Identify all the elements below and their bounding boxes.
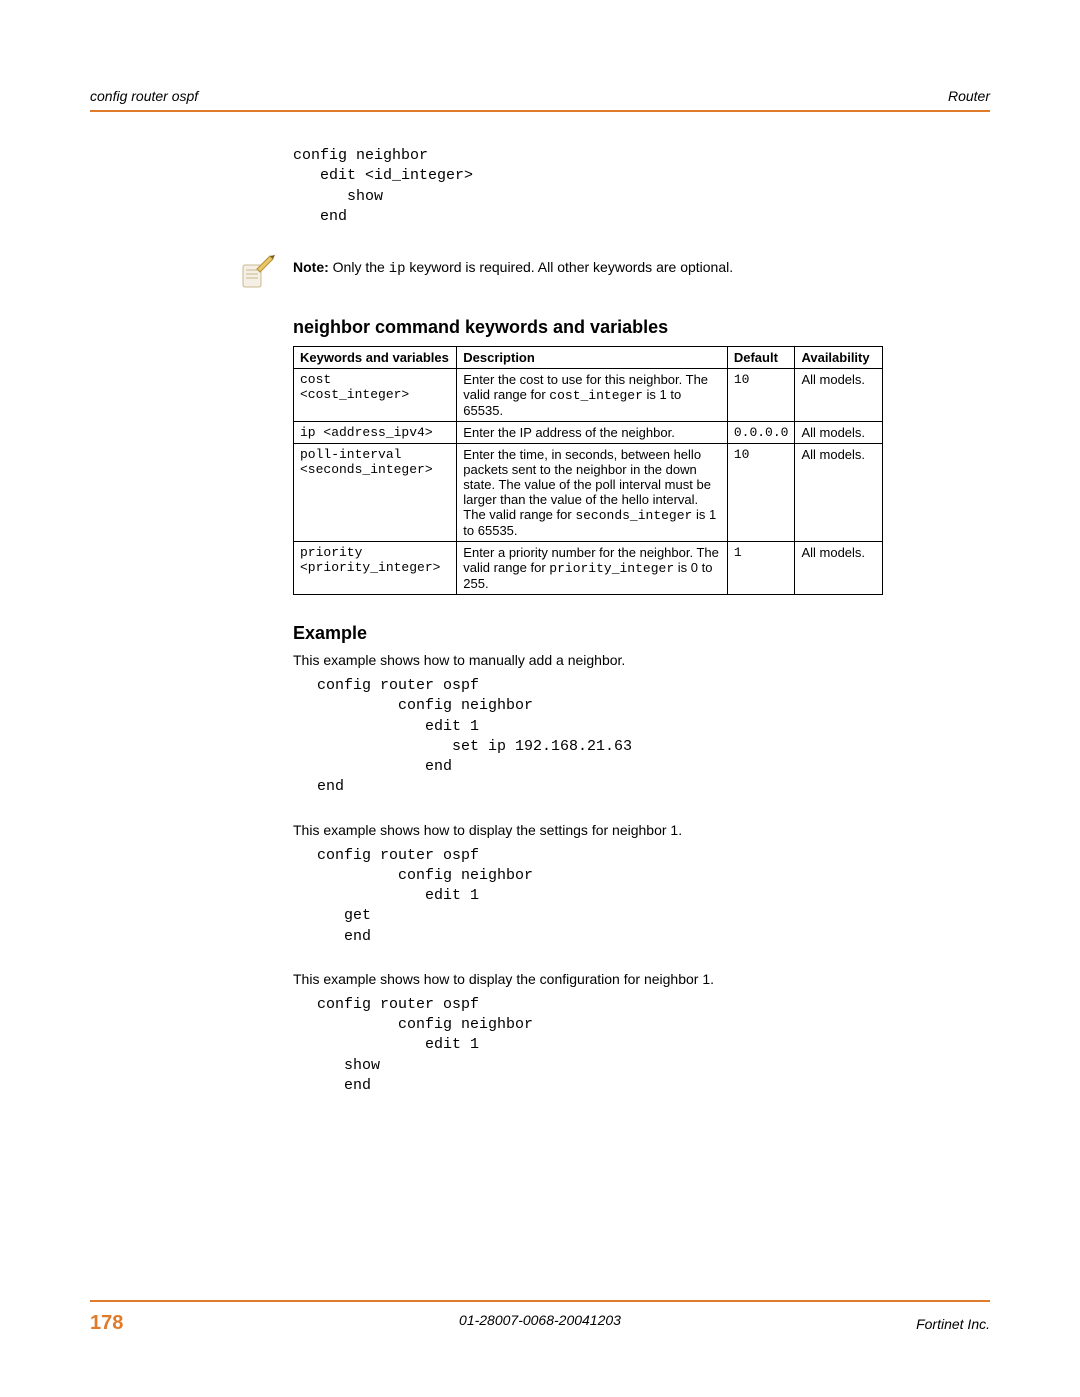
cell-default: 10 bbox=[727, 369, 795, 422]
cell-default: 0.0.0.0 bbox=[727, 422, 795, 444]
code-block-2: config router ospf config neighbor edit … bbox=[317, 676, 883, 798]
cell-keyword: ip <address_ipv4> bbox=[294, 422, 457, 444]
note-text: Note: Only the ip keyword is required. A… bbox=[293, 251, 733, 277]
page-number: 178 bbox=[90, 1312, 123, 1335]
table-row: cost <cost_integer>Enter the cost to use… bbox=[294, 369, 883, 422]
table-row: ip <address_ipv4>Enter the IP address of… bbox=[294, 422, 883, 444]
cell-description: Enter the time, in seconds, between hell… bbox=[457, 444, 728, 542]
header-right: Router bbox=[948, 88, 990, 104]
page-header: config router ospf Router bbox=[90, 88, 990, 112]
cell-description: Enter the cost to use for this neighbor.… bbox=[457, 369, 728, 422]
cell-keyword: poll-interval <seconds_integer> bbox=[294, 444, 457, 542]
th-description: Description bbox=[457, 347, 728, 369]
footer-center: 01-28007-0068-20041203 bbox=[459, 1312, 621, 1328]
th-keywords: Keywords and variables bbox=[294, 347, 457, 369]
footer-right: Fortinet Inc. bbox=[916, 1316, 990, 1332]
cell-default: 10 bbox=[727, 444, 795, 542]
note-pre: Only the bbox=[329, 259, 389, 275]
keywords-table: Keywords and variables Description Defau… bbox=[293, 346, 883, 595]
page-footer: 178 01-28007-0068-20041203 Fortinet Inc. bbox=[90, 1300, 990, 1335]
note-keyword: ip bbox=[389, 261, 406, 277]
code-block-3: config router ospf config neighbor edit … bbox=[317, 846, 883, 947]
cell-availability: All models. bbox=[795, 369, 883, 422]
note-row: Note: Only the ip keyword is required. A… bbox=[237, 251, 883, 291]
code-block-1: config neighbor edit <id_integer> show e… bbox=[293, 146, 883, 227]
cell-availability: All models. bbox=[795, 444, 883, 542]
table-header-row: Keywords and variables Description Defau… bbox=[294, 347, 883, 369]
table-row: poll-interval <seconds_integer>Enter the… bbox=[294, 444, 883, 542]
header-left: config router ospf bbox=[90, 88, 198, 104]
note-post: keyword is required. All other keywords … bbox=[406, 259, 734, 275]
table-row: priority <priority_integer>Enter a prior… bbox=[294, 542, 883, 595]
table-title: neighbor command keywords and variables bbox=[293, 317, 883, 338]
note-icon bbox=[237, 251, 277, 291]
example-para-3: This example shows how to display the co… bbox=[293, 971, 883, 987]
th-availability: Availability bbox=[795, 347, 883, 369]
cell-availability: All models. bbox=[795, 422, 883, 444]
code-block-4: config router ospf config neighbor edit … bbox=[317, 995, 883, 1096]
page-content: config neighbor edit <id_integer> show e… bbox=[293, 146, 883, 1096]
cell-default: 1 bbox=[727, 542, 795, 595]
example-heading: Example bbox=[293, 623, 883, 644]
cell-keyword: cost <cost_integer> bbox=[294, 369, 457, 422]
example-para-2: This example shows how to display the se… bbox=[293, 822, 883, 838]
cell-keyword: priority <priority_integer> bbox=[294, 542, 457, 595]
cell-availability: All models. bbox=[795, 542, 883, 595]
cell-description: Enter the IP address of the neighbor. bbox=[457, 422, 728, 444]
example-para-1: This example shows how to manually add a… bbox=[293, 652, 883, 668]
cell-description: Enter a priority number for the neighbor… bbox=[457, 542, 728, 595]
th-default: Default bbox=[727, 347, 795, 369]
note-bold: Note: bbox=[293, 259, 329, 275]
